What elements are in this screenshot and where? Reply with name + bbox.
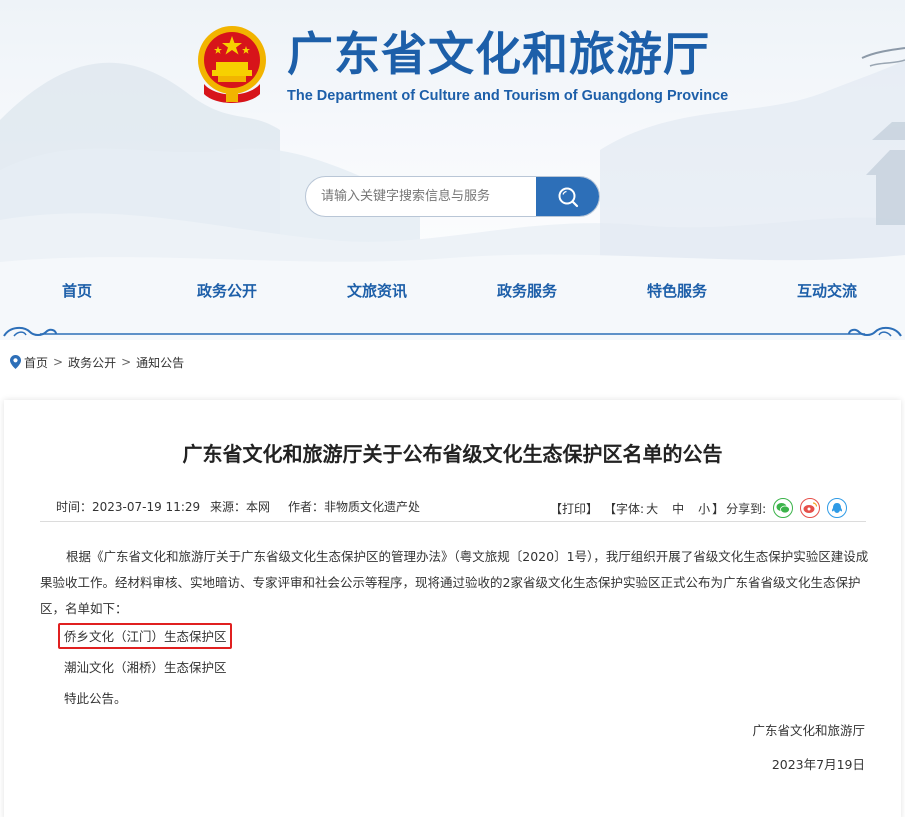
print-button[interactable]: 【打印】 bbox=[550, 500, 598, 517]
nav-item-news[interactable]: 文旅资讯 bbox=[347, 280, 407, 301]
font-small-button[interactable]: 小 bbox=[698, 500, 710, 517]
site-header: 广东省文化和旅游厅 The Department of Culture and … bbox=[0, 0, 905, 340]
article-author: 作者：非物质文化遗产处 bbox=[288, 500, 421, 514]
article-panel: 广东省文化和旅游厅关于公布省级文化生态保护区名单的公告 时间：2023-07-1… bbox=[4, 400, 901, 817]
font-size-label: 【字体: bbox=[604, 501, 645, 516]
closing-text: 特此公告。 bbox=[64, 691, 127, 706]
publish-time: 时间：2023-07-19 11:29 bbox=[56, 500, 201, 514]
wechat-icon[interactable] bbox=[773, 498, 794, 518]
nav-item-interaction[interactable]: 互动交流 bbox=[797, 280, 857, 301]
font-medium-button[interactable]: 中 bbox=[672, 500, 684, 517]
article-title: 广东省文化和旅游厅关于公布省级文化生态保护区名单的公告 bbox=[182, 442, 723, 466]
search-input[interactable] bbox=[306, 177, 537, 216]
breadcrumb-notices[interactable]: 通知公告 bbox=[136, 354, 184, 371]
breadcrumb: 首页 > 政务公开 > 通知公告 bbox=[10, 353, 184, 371]
article-source: 来源：本网 bbox=[210, 500, 271, 514]
search-button[interactable] bbox=[536, 177, 599, 216]
nav-item-government-affairs[interactable]: 政务公开 bbox=[197, 280, 257, 301]
breadcrumb-separator: > bbox=[121, 355, 132, 369]
font-size-suffix: 】 bbox=[712, 501, 725, 516]
breadcrumb-separator: > bbox=[53, 355, 64, 369]
qq-icon[interactable] bbox=[827, 498, 848, 518]
breadcrumb-government-affairs[interactable]: 政务公开 bbox=[68, 354, 116, 371]
font-large-button[interactable]: 大 bbox=[646, 500, 658, 517]
share-label: 分享到: bbox=[726, 501, 767, 516]
article-paragraph: 根据《广东省文化和旅游厅关于广东省级文化生态保护区的管理办法》（粤文旅规〔202… bbox=[40, 549, 869, 616]
national-emblem-logo bbox=[198, 26, 266, 103]
sign-date: 2023年7月19日 bbox=[771, 757, 865, 772]
breadcrumb-home[interactable]: 首页 bbox=[24, 354, 48, 371]
nav-item-featured-services[interactable]: 特色服务 bbox=[647, 280, 707, 301]
nav-divider-ornament bbox=[3, 326, 902, 337]
site-title: 广东省文化和旅游厅 bbox=[287, 27, 710, 81]
list-item: 潮汕文化（湘桥）生态保护区 bbox=[64, 660, 227, 675]
search-icon bbox=[558, 187, 578, 207]
main-nav: 首页 政务公开 文旅资讯 政务服务 特色服务 互动交流 bbox=[0, 280, 905, 304]
search-bar bbox=[305, 176, 600, 217]
list-item: 侨乡文化（江门）生态保护区 bbox=[64, 629, 227, 644]
nav-item-home[interactable]: 首页 bbox=[62, 280, 92, 301]
site-subtitle: The Department of Culture and Tourism of… bbox=[287, 88, 729, 104]
weibo-icon[interactable] bbox=[800, 498, 821, 518]
location-pin-icon bbox=[10, 355, 21, 369]
article-tools: 【打印】 【字体: 大 中 小 】 分享到: bbox=[550, 498, 849, 518]
nav-item-services[interactable]: 政务服务 bbox=[497, 280, 557, 301]
signer: 广东省文化和旅游厅 bbox=[752, 723, 865, 738]
article-meta: 时间：2023-07-19 11:29 来源：本网 作者：非物质文化遗产处 【打… bbox=[40, 494, 866, 522]
